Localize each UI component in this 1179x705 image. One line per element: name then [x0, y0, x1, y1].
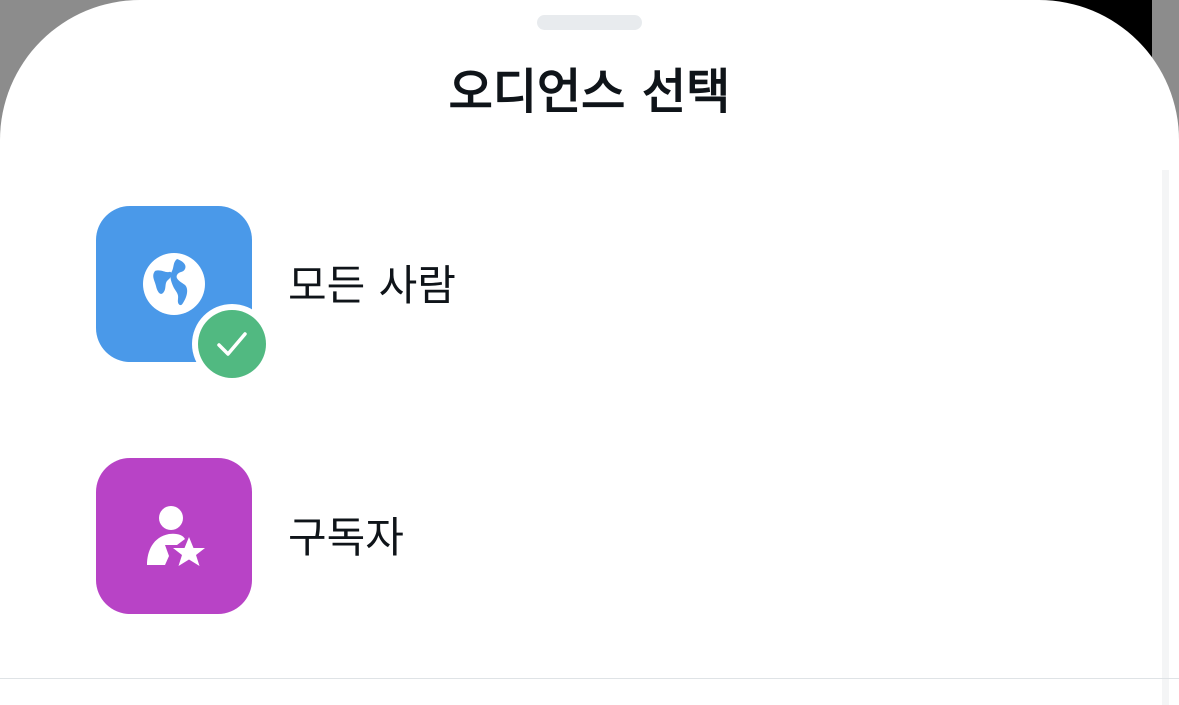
subscriber-star-icon	[147, 506, 205, 566]
subscribers-tile	[96, 458, 252, 614]
checkmark-icon	[217, 332, 247, 356]
selected-check-badge	[192, 304, 272, 384]
scrollbar[interactable]	[1162, 170, 1169, 705]
sheet-divider	[0, 678, 1179, 679]
audience-option-subscribers[interactable]: 구독자	[0, 458, 1160, 618]
option-label-everyone: 모든 사람	[288, 261, 456, 310]
audience-option-everyone[interactable]: 모든 사람	[0, 206, 1160, 384]
option-label-subscribers: 구독자	[288, 513, 404, 562]
sheet-title: 오디언스 선택	[448, 64, 731, 120]
globe-icon	[143, 253, 205, 315]
sheet-drag-handle[interactable]	[537, 15, 642, 30]
audience-bottom-sheet: 오디언스 선택 모든 사람 구독자	[0, 0, 1179, 705]
